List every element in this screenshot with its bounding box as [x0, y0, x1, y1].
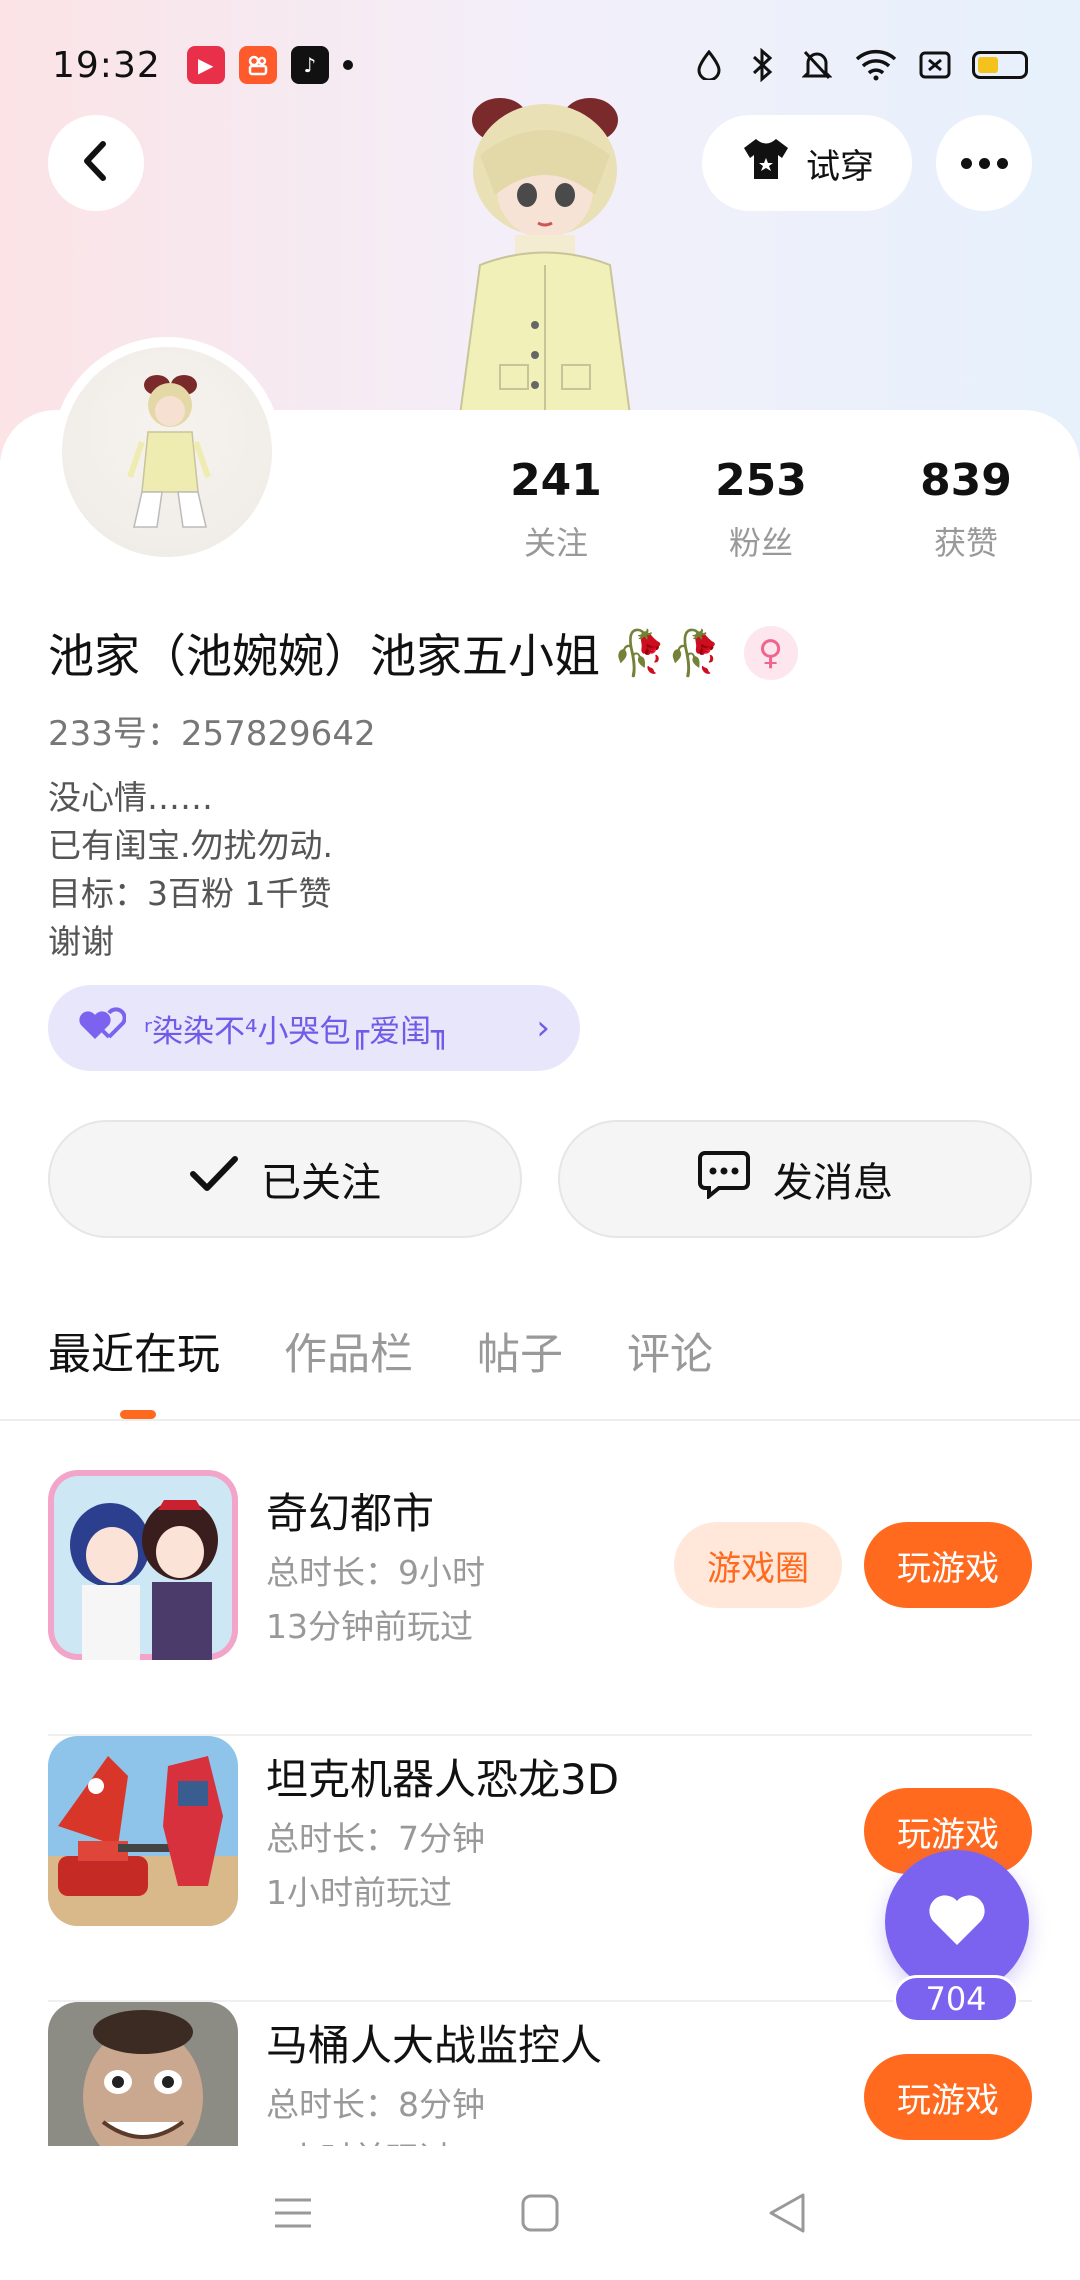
- female-gender-icon: ♀: [743, 626, 798, 680]
- bio-line: 谢谢: [48, 922, 114, 961]
- wilted-rose-emoji: 🥀🥀: [612, 628, 722, 679]
- bio-line: 没心情……: [48, 778, 213, 817]
- game-thumbnail: [48, 1736, 238, 1926]
- double-heart-icon: [78, 1007, 127, 1049]
- status-notification-icons: ▶ ♪: [186, 46, 353, 84]
- back-triangle-icon[interactable]: [757, 2183, 817, 2243]
- more-dots-icon: [960, 157, 1008, 169]
- nfc-icon: [918, 48, 952, 82]
- game-last-played: 13分钟前玩过: [266, 1607, 473, 1646]
- youtube-music-icon: ▶: [186, 46, 225, 84]
- chevron-left-icon: [79, 138, 113, 188]
- game-duration: 总时长：9小时: [266, 1553, 485, 1592]
- back-button[interactable]: [48, 115, 144, 211]
- play-game-button[interactable]: 玩游戏: [864, 2054, 1032, 2140]
- list-item[interactable]: 奇幻都市 总时长：9小时 13分钟前玩过 游戏圈 玩游戏: [48, 1470, 1032, 1736]
- kuaishou-icon: [238, 46, 277, 84]
- game-last-played: 1小时前玩过: [266, 2132, 452, 2146]
- stat-followers[interactable]: 253 粉丝: [681, 455, 841, 564]
- profile-tabs: 最近在玩 作品栏 帖子 评论: [48, 1320, 713, 1382]
- stat-likes-count: 839: [920, 455, 1012, 506]
- bio-line: 目标：3百粉 1千赞: [48, 874, 332, 913]
- tshirt-icon: [740, 136, 792, 191]
- stat-following[interactable]: 241 关注: [476, 455, 636, 564]
- game-duration: 总时长：7分钟: [266, 1819, 485, 1858]
- game-circle-button[interactable]: 游戏圈: [674, 1522, 842, 1608]
- club-badge[interactable]: ʳ染染不⁴小哭包╓爱闺╖ ›: [48, 985, 580, 1071]
- game-title: 奇幻都市: [266, 1489, 435, 1538]
- system-navigation-bar: [0, 2146, 1080, 2280]
- profile-stats: 241 关注 253 粉丝 839 获赞: [0, 455, 1080, 575]
- stat-likes-label: 获赞: [933, 524, 998, 562]
- status-time: 19:32: [52, 44, 161, 86]
- try-on-label: 试穿: [806, 146, 874, 187]
- followed-label: 已关注: [261, 1160, 381, 1206]
- club-label: ʳ染染不⁴小哭包╓爱闺╖: [144, 1013, 450, 1050]
- data-saver-icon: [692, 48, 726, 82]
- tab-recently-played[interactable]: 最近在玩: [48, 1320, 220, 1382]
- home-icon[interactable]: [510, 2183, 570, 2243]
- more-notifications-dot: [342, 60, 353, 70]
- play-game-button[interactable]: 玩游戏: [864, 1522, 1032, 1608]
- chat-bubble-icon: [697, 1149, 751, 1209]
- game-last-played: 1小时前玩过: [266, 1873, 452, 1912]
- send-message-button[interactable]: 发消息: [558, 1120, 1032, 1238]
- followed-button[interactable]: 已关注: [48, 1120, 522, 1238]
- list-item[interactable]: 马桶人大战监控人 总时长：8分钟 1小时前玩过 玩游戏: [48, 2002, 1032, 2146]
- stat-followers-label: 粉丝: [728, 524, 793, 562]
- active-tab-indicator: [120, 1410, 156, 1419]
- tab-comments[interactable]: 评论: [627, 1320, 713, 1382]
- chevron-right-icon: ›: [536, 1008, 550, 1048]
- profile-bio: 没心情…… 已有闺宝.勿扰勿动. 目标：3百粉 1千赞 谢谢: [48, 774, 333, 966]
- tab-works[interactable]: 作品栏: [284, 1320, 413, 1382]
- game-title: 坦克机器人恐龙3D: [266, 1755, 620, 1804]
- like-count-badge: 704: [893, 1975, 1019, 2023]
- tabs-divider: [0, 1419, 1080, 1421]
- mute-icon: [800, 48, 834, 82]
- bluetooth-icon: [746, 48, 780, 82]
- wifi-icon: [854, 48, 898, 82]
- user-id: 233号：257829642: [48, 714, 376, 754]
- status-system-icons: [692, 48, 1028, 82]
- heart-icon: [927, 1893, 987, 1951]
- game-title: 马桶人大战监控人: [266, 2021, 603, 2070]
- avatar-character-figure: [458, 98, 632, 415]
- try-on-button[interactable]: 试穿: [702, 115, 912, 211]
- game-thumbnail: [48, 1470, 238, 1660]
- tiktok-icon: ♪: [290, 46, 329, 84]
- stat-following-count: 241: [510, 455, 602, 506]
- send-message-label: 发消息: [773, 1160, 893, 1206]
- profile-name-row: 池家（池婉婉）池家五小姐 🥀🥀 ♀: [48, 620, 798, 686]
- tab-posts[interactable]: 帖子: [477, 1320, 563, 1382]
- stat-followers-count: 253: [715, 455, 807, 506]
- game-thumbnail: [48, 2002, 238, 2146]
- list-item[interactable]: 坦克机器人恐龙3D 总时长：7分钟 1小时前玩过 玩游戏: [48, 1736, 1032, 2002]
- stat-following-label: 关注: [523, 524, 588, 562]
- bio-line: 已有闺宝.勿扰勿动.: [48, 826, 333, 865]
- profile-name: 池家（池婉婉）池家五小姐: [48, 629, 600, 683]
- battery-icon: [972, 51, 1028, 79]
- more-options-button[interactable]: [936, 115, 1032, 211]
- checkmark-icon: [189, 1154, 239, 1204]
- menu-icon[interactable]: [263, 2183, 323, 2243]
- stat-likes[interactable]: 839 获赞: [886, 455, 1046, 564]
- floating-like-button[interactable]: [885, 1850, 1029, 1994]
- game-duration: 总时长：8分钟: [266, 2085, 485, 2124]
